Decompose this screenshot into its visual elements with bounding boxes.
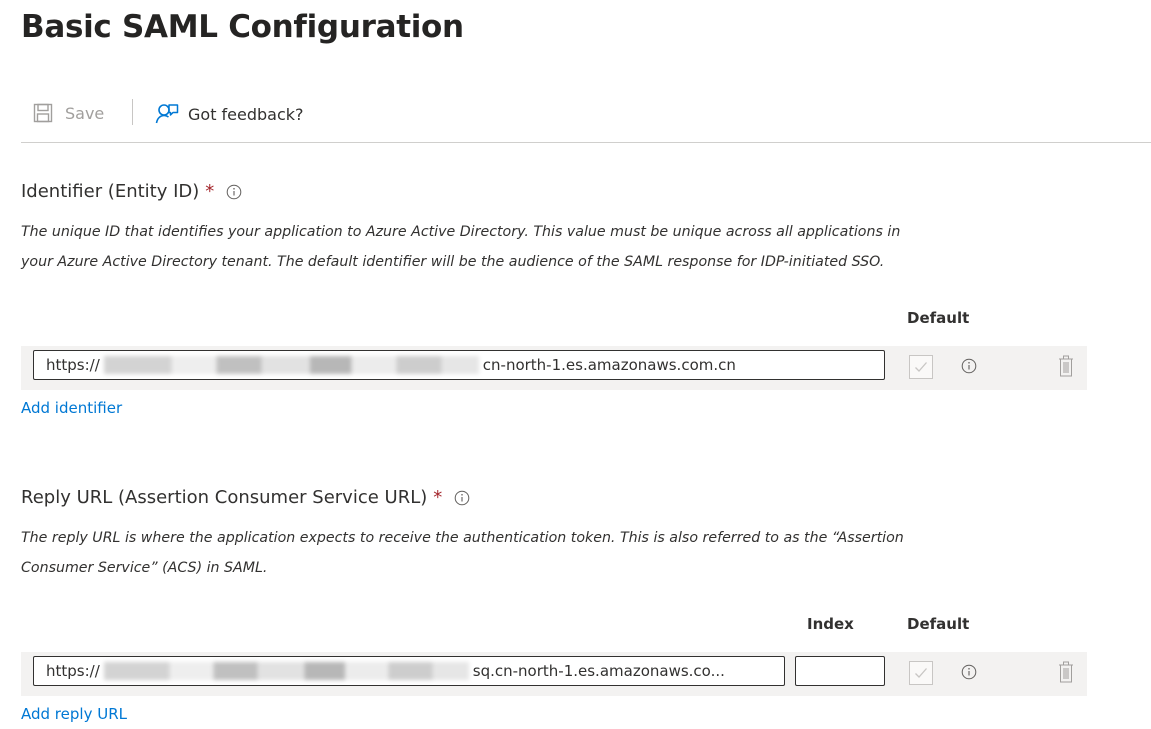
identifier-description: The unique ID that identifies your appli… [21, 217, 1121, 277]
identifier-row: https:// cn-north-1.es.amazonaws.com.cn [21, 346, 1087, 390]
identifier-title: Identifier (Entity ID) [21, 181, 200, 202]
add-identifier-link[interactable]: Add identifier [21, 399, 122, 417]
required-asterisk: * [205, 181, 215, 202]
default-column-header: Default [907, 615, 970, 633]
identifier-default-checkbox[interactable] [909, 355, 933, 379]
feedback-icon [155, 104, 179, 124]
index-column-header: Index [807, 615, 854, 633]
identifier-url-input[interactable]: https:// cn-north-1.es.amazonaws.com.cn [33, 350, 885, 380]
info-icon[interactable] [226, 184, 242, 200]
required-asterisk: * [433, 487, 443, 508]
feedback-label: Got feedback? [188, 104, 304, 124]
index-input[interactable] [795, 656, 885, 686]
reply-url-description-line1: The reply URL is where the application e… [21, 530, 904, 546]
reply-url-description: The reply URL is where the application e… [21, 523, 1121, 583]
reply-url-row: https:// sq.cn-north-1.es.amazonaws.co..… [21, 652, 1087, 696]
toolbar-divider [132, 99, 133, 125]
reply-url-section-title: Reply URL (Assertion Consumer Service UR… [21, 487, 470, 508]
save-button[interactable]: Save [33, 103, 104, 123]
delete-icon[interactable] [1058, 355, 1074, 377]
info-icon[interactable] [454, 490, 470, 506]
save-label: Save [65, 103, 105, 123]
reply-url-default-checkbox[interactable] [909, 661, 933, 685]
feedback-button[interactable]: Got feedback? [155, 103, 304, 125]
info-icon[interactable] [961, 358, 977, 374]
command-bar: Save Got feedback? [33, 99, 433, 133]
identifier-description-line2: your Azure Active Directory tenant. The … [21, 254, 885, 270]
reply-url-description-line2: Consumer Service” (ACS) in SAML. [21, 560, 268, 576]
default-column-header: Default [907, 309, 970, 327]
identifier-url-prefix: https:// [46, 356, 100, 374]
reply-url-prefix: https:// [46, 662, 100, 680]
save-icon [33, 103, 53, 123]
identifier-url-suffix: cn-north-1.es.amazonaws.com.cn [482, 356, 736, 374]
info-icon[interactable] [961, 664, 977, 680]
checkmark-icon [915, 668, 927, 678]
toolbar-divider-line [21, 142, 1151, 143]
redacted-text [103, 662, 469, 680]
identifier-description-line1: The unique ID that identifies your appli… [21, 224, 901, 240]
page-title: Basic SAML Configuration [21, 9, 464, 45]
checkmark-icon [915, 362, 927, 372]
reply-url-title: Reply URL (Assertion Consumer Service UR… [21, 487, 428, 508]
add-reply-url-link[interactable]: Add reply URL [21, 705, 127, 723]
delete-icon[interactable] [1058, 661, 1074, 683]
identifier-section-title: Identifier (Entity ID) * [21, 181, 242, 202]
reply-url-suffix: sq.cn-north-1.es.amazonaws.co... [472, 662, 725, 680]
reply-url-input[interactable]: https:// sq.cn-north-1.es.amazonaws.co..… [33, 656, 785, 686]
redacted-text [103, 356, 479, 374]
